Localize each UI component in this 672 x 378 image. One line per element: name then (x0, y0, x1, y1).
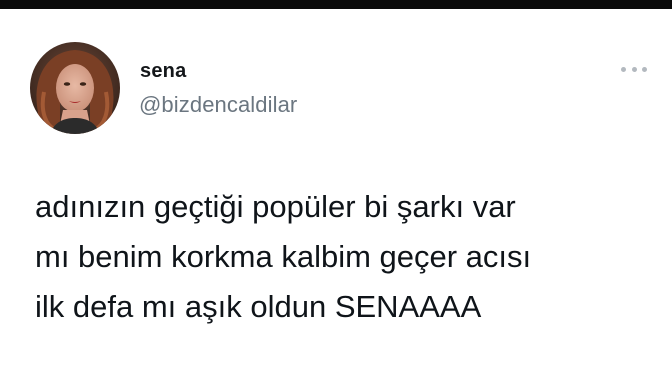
display-name[interactable]: sena (140, 60, 186, 83)
tweet-line-3: ilk defa mı aşık oldun SENAAAA (35, 289, 482, 324)
user-handle[interactable]: @bizdencaldilar (139, 92, 297, 118)
dot (621, 66, 626, 72)
top-bar (0, 0, 672, 9)
dot (631, 66, 637, 72)
tweet-text: adınızın geçtiği popüler bi şarkı var mı… (35, 182, 655, 332)
dot (642, 66, 647, 72)
more-dots-icon[interactable] (621, 62, 647, 76)
avatar[interactable] (30, 42, 120, 134)
tweet-line-1: adınızın geçtiği popüler bi şarkı var (35, 189, 516, 224)
tweet-screenshot: sena @bizdencaldilar adınızın geçtiği po… (0, 0, 672, 378)
tweet-line-2: mı benim korkma kalbim geçer acısı (35, 239, 532, 274)
profile-photo-icon (30, 42, 120, 134)
